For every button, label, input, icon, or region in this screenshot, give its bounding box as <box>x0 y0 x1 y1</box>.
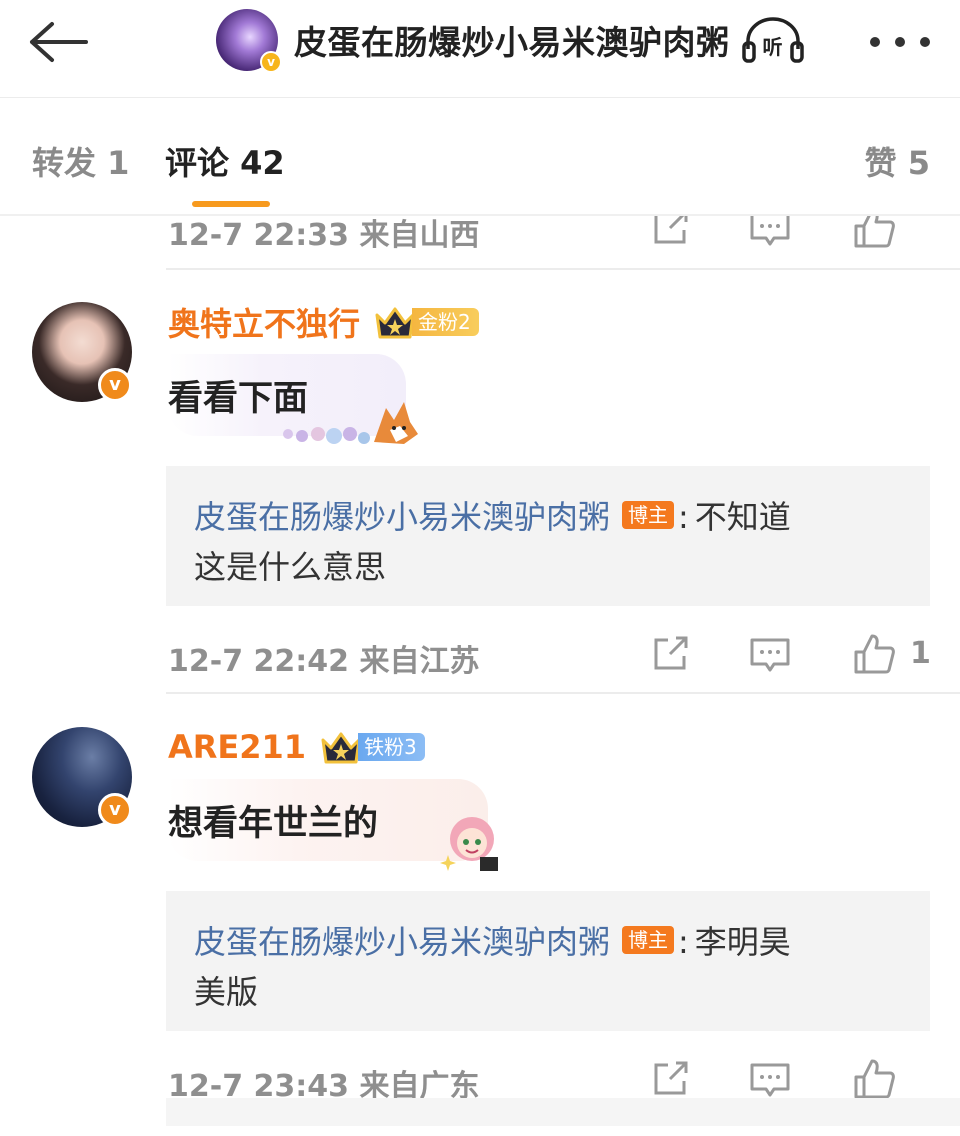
crown-icon <box>375 307 415 339</box>
more-dots-icon[interactable] <box>870 30 930 54</box>
fan-level-badge: 铁粉3 <box>358 733 425 761</box>
comment-meta: 12-7 22:42 来自江苏 1 <box>168 634 932 679</box>
verified-badge-icon: v <box>260 51 282 73</box>
comment-meta: 12-7 22:33 来自山西 <box>168 216 932 253</box>
next-comment-edge <box>166 1098 960 1126</box>
reply-line: 皮蛋在肠爆炒小易米澳驴肉粥 博主: 不知道 <box>194 498 791 536</box>
comment-bubble: 看看下面 <box>168 354 418 444</box>
author-reply-box[interactable]: 皮蛋在肠爆炒小易米澳驴肉粥 博主: 不知道 这是什么意思 <box>166 466 930 606</box>
tab-likes[interactable]: 赞 5 <box>865 138 930 184</box>
share-icon[interactable] <box>648 216 692 250</box>
host-badge: 博主 <box>622 926 675 954</box>
comment-icon[interactable] <box>748 216 792 250</box>
verified-badge-icon: v <box>98 368 132 402</box>
divider <box>166 692 960 694</box>
thumbs-up-icon[interactable] <box>852 216 896 250</box>
tab-bar: 转发 1 评论 42 赞 5 <box>0 98 960 216</box>
top-bar: v 皮蛋在肠爆炒小易米澳驴肉粥 听 <box>0 0 960 98</box>
author-avatar[interactable]: v <box>216 9 282 73</box>
comment-icon[interactable] <box>748 1057 792 1101</box>
comment-time-location: 12-7 22:33 来自山西 <box>168 218 480 253</box>
reply-text-continued: 美版 <box>194 973 259 1011</box>
reply-text: 不知道 <box>694 498 791 536</box>
comment-time-location: 12-7 22:42 来自江苏 <box>168 644 480 679</box>
username[interactable]: 奥特立不独行 <box>168 299 360 345</box>
listen-label: 听 <box>762 35 783 59</box>
thumbs-up-icon[interactable] <box>852 1057 896 1101</box>
post-title-area: v 皮蛋在肠爆炒小易米澳驴肉粥 听 <box>216 8 806 73</box>
fox-flower-decoration-icon <box>283 402 418 444</box>
author-reply-box[interactable]: 皮蛋在肠爆炒小易米澳驴肉粥 博主: 李明昊 美版 <box>166 891 930 1031</box>
tab-repost[interactable]: 转发 1 <box>32 138 129 184</box>
like-count: 1 <box>910 636 931 671</box>
comment-icon[interactable] <box>748 632 792 676</box>
comment-list[interactable]: 12-7 22:33 来自山西 v 奥特立不独行 金粉2 看看下面 皮蛋在肠爆炒… <box>0 216 960 1136</box>
avatar[interactable]: v <box>32 727 132 827</box>
thumbs-up-icon[interactable] <box>852 632 896 676</box>
reply-author[interactable]: 皮蛋在肠爆炒小易米澳驴肉粥 <box>194 923 610 961</box>
avatar[interactable]: v <box>32 302 132 402</box>
username[interactable]: ARE211 <box>168 728 306 766</box>
reply-text: 李明昊 <box>694 923 791 961</box>
reply-author[interactable]: 皮蛋在肠爆炒小易米澳驴肉粥 <box>194 498 610 536</box>
tab-comments[interactable]: 评论 42 <box>165 138 285 184</box>
share-icon[interactable] <box>648 1057 692 1101</box>
comment-bubble: 想看年世兰的 <box>168 779 498 871</box>
host-badge: 博主 <box>622 501 675 529</box>
username-row: 奥特立不独行 金粉2 <box>168 300 479 344</box>
active-tab-indicator <box>192 201 270 207</box>
comment-text: 想看年世兰的 <box>168 804 379 844</box>
fan-level-badge: 金粉2 <box>412 308 479 336</box>
verified-badge-icon: v <box>98 793 132 827</box>
share-icon[interactable] <box>648 632 692 676</box>
crown-icon <box>321 732 361 764</box>
anime-girl-sticker-icon <box>440 817 498 871</box>
reply-line: 皮蛋在肠爆炒小易米澳驴肉粥 博主: 李明昊 <box>194 923 791 961</box>
username-row: ARE211 铁粉3 <box>168 725 425 769</box>
divider <box>166 268 960 270</box>
back-arrow-icon[interactable] <box>28 20 92 64</box>
listen-button[interactable]: 听 <box>740 15 806 65</box>
comment-meta: 12-7 23:43 来自广东 <box>168 1059 932 1104</box>
reply-text-continued: 这是什么意思 <box>194 548 387 586</box>
post-author-title[interactable]: 皮蛋在肠爆炒小易米澳驴肉粥 <box>294 16 730 64</box>
